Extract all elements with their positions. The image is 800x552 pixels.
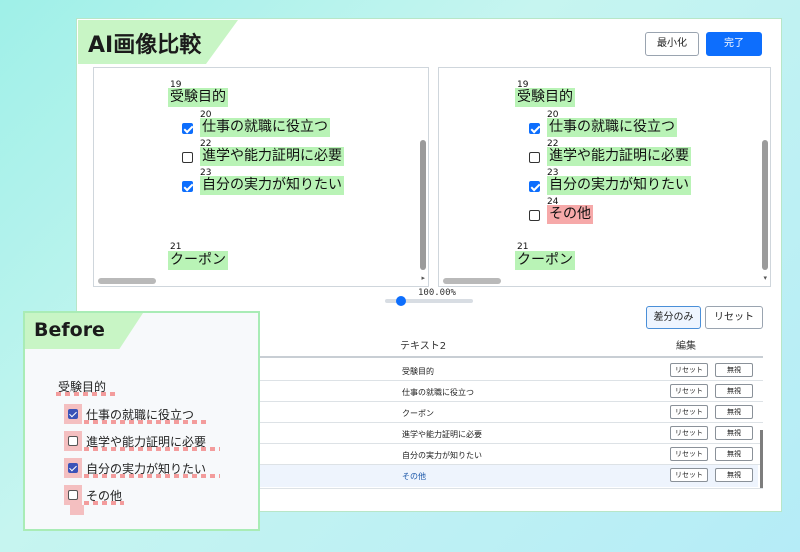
done-button[interactable]: 完了	[706, 32, 762, 56]
row-reset-button[interactable]: リセット	[670, 447, 708, 461]
reset-filter-button[interactable]: リセット	[705, 306, 763, 329]
vertical-scrollbar[interactable]	[762, 140, 768, 270]
row-ignore-button[interactable]: 無視	[715, 405, 753, 419]
zoom-slider-handle[interactable]	[396, 296, 406, 306]
option-label: 自分の実力が知りたい	[200, 176, 344, 195]
cell-text2: 自分の実力が知りたい	[402, 451, 482, 460]
checkbox[interactable]	[529, 210, 540, 221]
scroll-right-icon[interactable]: ▸	[421, 274, 425, 282]
option-label: 進学や能力証明に必要	[547, 147, 691, 166]
cell-text2: 受験目的	[402, 367, 434, 376]
option-label: 進学や能力証明に必要	[200, 147, 344, 166]
row-divider	[258, 488, 763, 489]
row-divider	[258, 380, 763, 381]
left-preview-pane[interactable]: 19 受験目的 20 仕事の就職に役立つ 22 進学や能力証明に必要 23 自分…	[93, 67, 429, 287]
checkbox	[68, 463, 78, 473]
cell-text2: 仕事の就職に役立つ	[402, 388, 474, 397]
diff-noise	[84, 501, 124, 505]
row-reset-button[interactable]: リセット	[670, 363, 708, 377]
zoom-level: 100.00%	[418, 288, 456, 298]
scroll-right-icon[interactable]: ▾	[763, 274, 767, 282]
diff-noise	[84, 474, 220, 478]
row-divider	[258, 401, 763, 402]
added-option-label: その他	[547, 205, 593, 224]
window-title: AI画像比較	[88, 33, 202, 58]
diff-noise	[84, 420, 208, 424]
row-ignore-button[interactable]: 無視	[715, 384, 753, 398]
parent-label: 受験目的	[515, 88, 575, 107]
row-ignore-button[interactable]: 無視	[715, 426, 753, 440]
row-ignore-button[interactable]: 無視	[715, 447, 753, 461]
parent-label: 受験目的	[168, 88, 228, 107]
checkbox	[68, 490, 78, 500]
diff-noise	[84, 447, 220, 451]
row-reset-button[interactable]: リセット	[670, 468, 708, 482]
column-header-text2: テキスト2	[400, 341, 447, 352]
diff-only-button[interactable]: 差分のみ	[646, 306, 701, 329]
cell-text2: 進学や能力証明に必要	[402, 430, 482, 439]
cell-text2: その他	[402, 472, 426, 481]
diff-noise	[70, 505, 84, 515]
checkbox[interactable]	[182, 181, 193, 192]
row-ignore-button[interactable]: 無視	[715, 363, 753, 377]
diff-noise	[56, 392, 116, 396]
horizontal-scrollbar[interactable]	[443, 278, 501, 284]
row-reset-button[interactable]: リセット	[670, 426, 708, 440]
row-reset-button[interactable]: リセット	[670, 405, 708, 419]
row-ignore-button[interactable]: 無視	[715, 468, 753, 482]
cell-text2: クーポン	[402, 409, 434, 418]
row-divider	[258, 422, 763, 423]
column-header-edit: 編集	[676, 341, 696, 352]
checkbox	[68, 436, 78, 446]
coupon-label: クーポン	[168, 251, 228, 270]
table-header-divider	[258, 356, 763, 358]
table-scrollbar[interactable]	[760, 430, 763, 488]
checkbox[interactable]	[529, 152, 540, 163]
right-preview-pane[interactable]: 19 受験目的 20 仕事の就職に役立つ 22 進学や能力証明に必要 23 自分…	[438, 67, 771, 287]
option-label: 仕事の就職に役立つ	[547, 118, 677, 137]
before-title: Before	[34, 319, 105, 341]
minimize-button[interactable]: 最小化	[645, 32, 699, 56]
checkbox	[68, 409, 78, 419]
checkbox[interactable]	[529, 123, 540, 134]
horizontal-scrollbar[interactable]	[98, 278, 156, 284]
checkbox[interactable]	[182, 123, 193, 134]
coupon-label: クーポン	[515, 251, 575, 270]
option-label: 仕事の就職に役立つ	[200, 118, 330, 137]
row-divider	[258, 443, 763, 444]
option-label: 自分の実力が知りたい	[547, 176, 691, 195]
checkbox[interactable]	[182, 152, 193, 163]
row-reset-button[interactable]: リセット	[670, 384, 708, 398]
checkbox[interactable]	[529, 181, 540, 192]
vertical-scrollbar[interactable]	[420, 140, 426, 270]
